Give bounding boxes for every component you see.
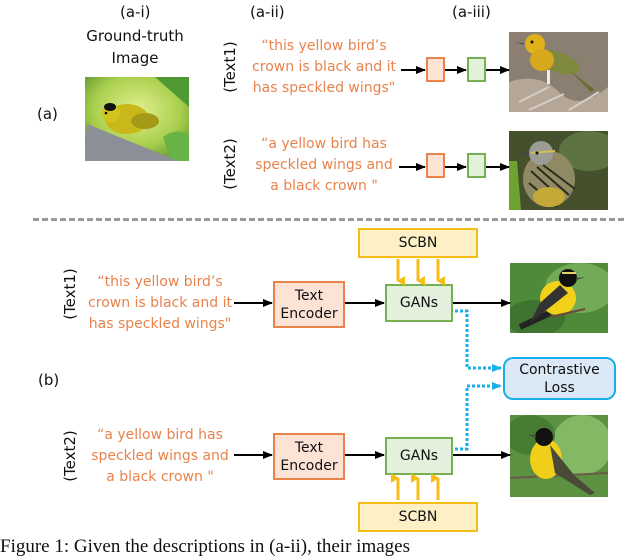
part-b-row1-gans: GANs <box>385 284 453 322</box>
encoder-label-line: Encoder <box>280 305 338 322</box>
part-a-row2-tag: (Text2) <box>221 138 239 190</box>
gans-label: GANs <box>399 295 439 311</box>
part-b-row1-scbn: SCBN <box>358 228 478 258</box>
scbn-label: SCBN <box>398 235 438 251</box>
quote-line: a black crown " <box>270 178 378 194</box>
part-a-row1-quote: “this yellow bird’s crown is black and i… <box>244 36 404 99</box>
contrastive-label-line: Contrastive <box>519 361 600 378</box>
contrastive-label-line: Loss <box>544 379 575 396</box>
quote-line: speckled wings and <box>91 448 229 464</box>
part-a-label: (a) <box>37 105 58 123</box>
scbn-label: SCBN <box>398 509 438 525</box>
part-b-row1-bird-picture <box>510 263 608 333</box>
ground-truth-title-line2: Image <box>111 49 159 67</box>
quote-line: crown is black and it <box>88 295 232 311</box>
part-b-label: (b) <box>38 371 60 389</box>
quote-line: has speckled wings" <box>88 316 232 332</box>
part-a-row2-gan-box <box>467 153 486 178</box>
part-a-row2-quote: “a yellow bird has speckled wings and a … <box>244 134 404 197</box>
figure-caption: Figure 1: Given the descriptions in (a-i… <box>0 536 410 557</box>
part-b-row1-tag: (Text1) <box>61 268 79 320</box>
part-a-row2-output-image <box>509 131 608 210</box>
part-b-row2-tag: (Text2) <box>61 430 79 482</box>
part-b-row1-quote: “this yellow bird’s crown is black and i… <box>80 272 240 335</box>
part-a-row1-bird-picture <box>509 32 608 112</box>
contrastive-connector-bottom <box>455 382 502 451</box>
quote-line: crown is black and it <box>252 59 396 75</box>
part-b-row1-output-image <box>510 263 608 333</box>
scbn-arrows-bottom <box>391 473 440 500</box>
section-divider <box>33 218 624 221</box>
part-a-row1-gan-box <box>467 57 486 82</box>
encoder-label-line: Text <box>294 287 324 304</box>
part-a-row2-bird-picture <box>509 131 608 210</box>
encoder-label-line: Encoder <box>280 457 338 474</box>
quote-line: “this yellow bird’s <box>261 38 387 54</box>
part-b-row2-bird-picture <box>510 415 608 497</box>
part-a-row1-tag: (Text1) <box>221 41 239 93</box>
column-label-a-ii: (a-ii) <box>250 3 285 21</box>
part-b-row2-text-encoder: Text Encoder <box>273 433 345 480</box>
ground-truth-title-line1: Ground-truth <box>86 27 184 45</box>
quote-line: “a yellow bird has <box>97 427 223 443</box>
part-b-row2-quote: “a yellow bird has speckled wings and a … <box>80 425 240 488</box>
encoder-label-line: Text <box>294 439 324 456</box>
quote-line: speckled wings and <box>255 157 393 173</box>
contrastive-loss-box: Contrastive Loss <box>503 357 616 400</box>
part-b-row1-text-encoder: Text Encoder <box>273 281 345 328</box>
ground-truth-image <box>85 77 189 161</box>
part-a-row1-encoder-box <box>426 57 445 82</box>
part-a-row2-encoder-box <box>426 153 445 178</box>
part-b-row2-output-image <box>510 415 608 497</box>
quote-line: “this yellow bird’s <box>97 274 223 290</box>
ground-truth-title: Ground-truth Image <box>70 25 200 69</box>
quote-line: has speckled wings" <box>252 80 396 96</box>
ground-truth-bird-picture <box>85 77 189 161</box>
part-b-row2-gans: GANs <box>385 437 453 475</box>
part-b-row2-scbn: SCBN <box>358 502 478 532</box>
contrastive-connector-top <box>455 309 502 372</box>
column-label-a-i: (a-i) <box>120 3 151 21</box>
column-label-a-iii: (a-iii) <box>452 3 491 21</box>
gans-label: GANs <box>399 448 439 464</box>
scbn-arrows-top <box>396 259 445 286</box>
quote-line: “a yellow bird has <box>261 136 387 152</box>
quote-line: a black crown " <box>106 469 214 485</box>
part-a-row1-output-image <box>509 32 608 112</box>
